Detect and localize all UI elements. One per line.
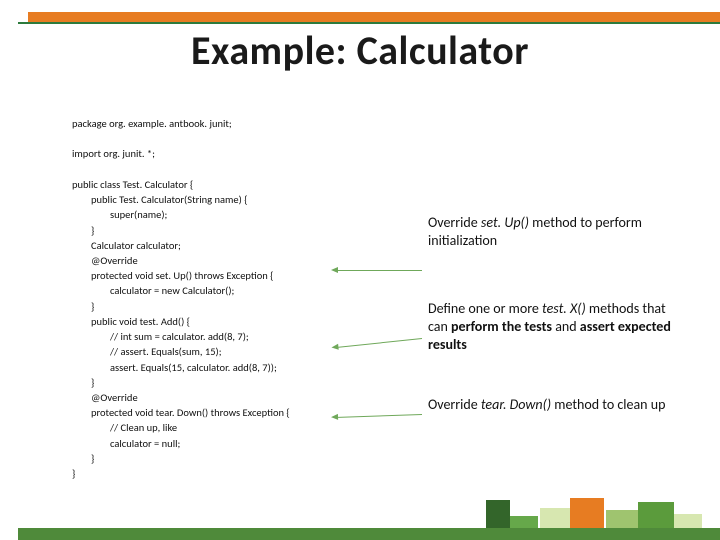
slide-title: Example: Calculator xyxy=(0,26,720,75)
decor-block xyxy=(540,508,570,528)
code-block: package org. example. antbook. junit; im… xyxy=(72,116,412,481)
note-text: Override xyxy=(428,396,481,413)
note-text: and xyxy=(552,318,580,335)
bottom-decoration xyxy=(0,486,720,540)
decor-block xyxy=(486,500,510,528)
annotation-teardown: Override tear. Down() method to clean up xyxy=(428,396,688,414)
note-text: Override xyxy=(428,214,481,231)
decor-block xyxy=(606,510,638,528)
decor-block xyxy=(674,514,702,528)
annotation-setup: Override set. Up() method to perform ini… xyxy=(428,214,688,250)
annotation-testx: Define one or more test. X() methods tha… xyxy=(428,300,688,355)
decor-block xyxy=(638,502,674,528)
note-text: method to clean up xyxy=(551,396,665,413)
decor-bar xyxy=(18,528,720,540)
decor-block xyxy=(510,516,538,528)
decor-block xyxy=(570,498,604,528)
note-text: set. Up() xyxy=(481,214,529,231)
note-text: test. X() xyxy=(542,300,586,317)
arrow-icon xyxy=(338,270,422,271)
note-text: perform the tests xyxy=(451,318,552,335)
note-text: tear. Down() xyxy=(481,396,551,413)
note-text: Define one or more xyxy=(428,300,542,317)
top-accent-band xyxy=(28,12,720,22)
